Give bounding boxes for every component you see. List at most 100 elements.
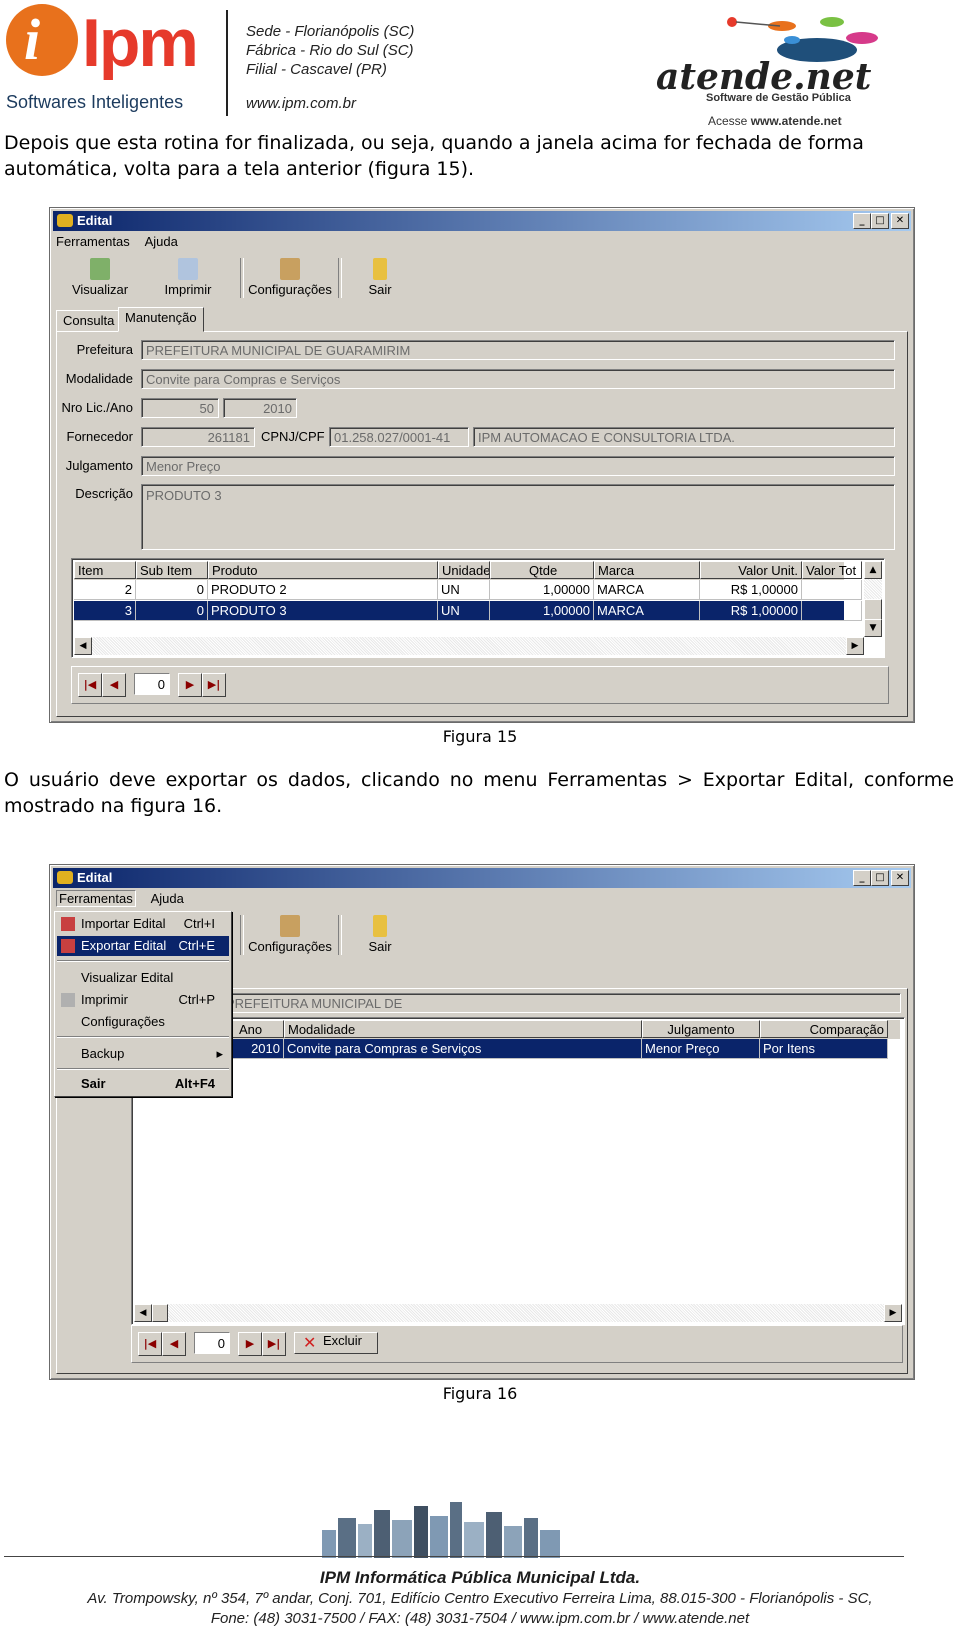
menu-item-label: Backup (81, 1046, 125, 1061)
horizontal-scrollbar[interactable] (134, 1304, 900, 1322)
julgamento-field[interactable]: Menor Preço (141, 456, 895, 476)
maximize-button[interactable]: □ (871, 870, 889, 886)
menu-item-backup[interactable]: Backup ▸ (57, 1044, 229, 1064)
col-produto[interactable]: Produto (208, 561, 438, 579)
col-qtde[interactable]: Qtde (490, 561, 594, 579)
cell-julgamento: Menor Preço (642, 1039, 760, 1059)
menu-item-sair[interactable]: Sair Alt+F4 (57, 1074, 229, 1094)
delete-x-icon: ✕ (303, 1333, 317, 1352)
scroll-thumb-horizontal[interactable] (152, 1304, 168, 1322)
cell-qtde: 1,00000 (490, 580, 594, 600)
menu-ajuda[interactable]: Ajuda (151, 891, 184, 906)
menu-ajuda[interactable]: Ajuda (145, 234, 178, 249)
cell-valor-tot (802, 601, 862, 621)
col-valor-unit[interactable]: Valor Unit. (700, 561, 802, 579)
header-website: www.ipm.com.br (246, 95, 357, 112)
grid-header: Item Sub Item Produto Unidade Qtde Marca… (74, 561, 862, 580)
configuracoes-button[interactable]: Configurações (246, 911, 334, 954)
table-row[interactable]: 2 0 PRODUTO 2 UN 1,00000 MARCA R$ 1,0000… (74, 580, 862, 600)
scroll-down-button[interactable]: ▼ (864, 619, 882, 637)
fornecedor-code-field[interactable]: 261181 (141, 427, 255, 447)
next-record-button[interactable]: ▶ (238, 1332, 262, 1356)
tab-manutencao[interactable]: Manutenção (118, 307, 204, 332)
prev-record-button[interactable]: ◀ (102, 673, 126, 697)
menu-item-imprimir[interactable]: Imprimir Ctrl+P (57, 990, 229, 1010)
items-grid: Item Sub Item Produto Unidade Qtde Marca… (71, 558, 885, 658)
scroll-left-button[interactable]: ◀ (134, 1304, 152, 1322)
app-icon (57, 214, 73, 227)
menu-separator (57, 960, 229, 962)
excluir-button[interactable]: ✕ Excluir (294, 1332, 378, 1354)
modalidade-field[interactable]: Convite para Compras e Serviços (141, 369, 895, 389)
maximize-button[interactable]: □ (871, 213, 889, 229)
ano-field[interactable]: 2010 (223, 398, 297, 418)
menu-item-configuracoes[interactable]: Configurações (57, 1012, 229, 1032)
toolbar-separator (338, 258, 342, 298)
header-locations: Sede - Florianópolis (SC) Fábrica - Rio … (246, 22, 414, 79)
cnpj-field[interactable]: 01.258.027/0001-41 (329, 427, 469, 447)
prefeitura-field[interactable]: PREFEITURA MUNICIPAL DE (221, 993, 901, 1013)
next-record-button[interactable]: ▶ (178, 673, 202, 697)
location-line: Filial - Cascavel (PR) (246, 61, 387, 78)
menu-item-importar-edital[interactable]: Importar Edital Ctrl+I (57, 914, 229, 934)
scroll-up-button[interactable]: ▲ (864, 561, 882, 579)
last-record-button[interactable]: ▶| (262, 1332, 286, 1356)
cell-produto: PRODUTO 2 (208, 580, 438, 600)
export-icon (61, 939, 75, 953)
configuracoes-button[interactable]: Configurações (246, 254, 334, 297)
record-position-field[interactable]: 0 (194, 1332, 230, 1354)
sair-label: Sair (368, 282, 392, 297)
figure-caption-16: Figura 16 (442, 1384, 518, 1403)
menu-separator (57, 1068, 229, 1070)
record-position-field[interactable]: 0 (134, 673, 170, 695)
horizontal-scrollbar[interactable] (74, 637, 862, 655)
menu-item-label: Sair (81, 1076, 106, 1091)
first-record-button[interactable]: |◀ (78, 673, 102, 697)
cell-valor-tot (802, 580, 862, 600)
prev-record-button[interactable]: ◀ (162, 1332, 186, 1356)
close-button[interactable]: ✕ (891, 213, 909, 229)
menu-ferramentas[interactable]: Ferramentas (56, 234, 130, 249)
menu-item-shortcut: Ctrl+I (183, 916, 215, 931)
last-record-button[interactable]: ▶| (202, 673, 226, 697)
col-marca[interactable]: Marca (594, 561, 700, 579)
col-unidade[interactable]: Unidade (438, 561, 490, 579)
scroll-right-button[interactable]: ▶ (884, 1304, 902, 1322)
descricao-field[interactable]: PRODUTO 3 (141, 484, 895, 550)
col-sub-item[interactable]: Sub Item (136, 561, 208, 579)
sair-button[interactable]: Sair (362, 911, 398, 954)
table-row-selected[interactable]: 3 0 PRODUTO 3 UN 1,00000 MARCA R$ 1,0000… (74, 601, 862, 621)
first-record-button[interactable]: |◀ (138, 1332, 162, 1356)
footer-phone: Fone: (48) 3031-7500 / FAX: (48) 3031-75… (210, 1610, 750, 1627)
tab-consulta[interactable]: Consulta (56, 310, 122, 332)
menu-item-exportar-edital[interactable]: Exportar Edital Ctrl+E (57, 936, 229, 956)
menu-item-label: Imprimir (81, 992, 128, 1007)
sair-button[interactable]: Sair (362, 254, 398, 297)
toolbar-separator (338, 915, 342, 955)
scroll-right-button[interactable]: ▶ (846, 637, 864, 655)
julgamento-label: Julgamento (65, 458, 133, 473)
col-modalidade[interactable]: Modalidade (284, 1020, 642, 1038)
cell-unidade: UN (438, 580, 490, 600)
table-row-selected[interactable]: 2010 Convite para Compras e Serviços Men… (134, 1039, 888, 1059)
col-comparacao[interactable]: Comparação (760, 1020, 888, 1038)
nro-lic-field[interactable]: 50 (141, 398, 219, 418)
col-valor-tot[interactable]: Valor Tot (802, 561, 862, 579)
prefeitura-field[interactable]: PREFEITURA MUNICIPAL DE GUARAMIRIM (141, 340, 895, 360)
menu-item-visualizar-edital[interactable]: Visualizar Edital (57, 968, 229, 988)
visualizar-button[interactable]: Visualizar (70, 254, 130, 297)
menu-ferramentas-open[interactable]: Ferramentas (56, 890, 136, 907)
menu-bar: Ferramentas Ajuda (56, 234, 190, 252)
fornecedor-name-field[interactable]: IPM AUTOMACAO E CONSULTORIA LTDA. (473, 427, 895, 447)
atende-tagline: Software de Gestão Pública (706, 92, 851, 104)
visualizar-icon (90, 258, 110, 280)
close-button[interactable]: ✕ (891, 870, 909, 886)
imprimir-button[interactable]: Imprimir (162, 254, 214, 297)
col-julgamento[interactable]: Julgamento (642, 1020, 760, 1038)
col-item[interactable]: Item (74, 561, 136, 579)
prefeitura-label: Prefeitura (76, 342, 133, 357)
minimize-button[interactable]: _ (853, 213, 871, 229)
cell-comparacao: Por Itens (760, 1039, 888, 1059)
scroll-left-button[interactable]: ◀ (74, 637, 92, 655)
minimize-button[interactable]: _ (853, 870, 871, 886)
